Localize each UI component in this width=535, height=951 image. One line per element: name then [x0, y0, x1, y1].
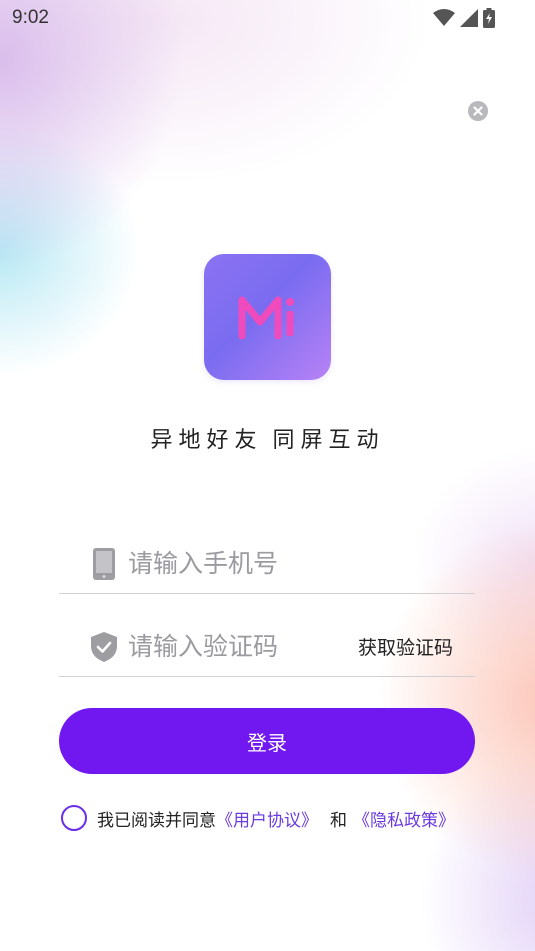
- user-agreement-link[interactable]: 《用户协议》: [216, 806, 318, 831]
- agreement-radio[interactable]: [61, 805, 87, 831]
- login-button[interactable]: 登录: [59, 708, 475, 774]
- phone-icon: [90, 547, 118, 581]
- wifi-icon: [433, 9, 455, 26]
- verification-code-input[interactable]: [128, 632, 338, 661]
- get-code-button[interactable]: 获取验证码: [358, 633, 453, 660]
- status-time: 9:02: [12, 7, 49, 28]
- verification-code-field: 获取验证码: [59, 617, 475, 677]
- close-button[interactable]: [468, 101, 488, 121]
- phone-field: [59, 534, 475, 594]
- agreement-prefix: 我已阅读并同意: [97, 810, 216, 831]
- agreement-and: 和: [330, 810, 347, 831]
- shield-icon: [90, 630, 118, 664]
- status-icons: [433, 8, 495, 28]
- slogan: 异地好友 同屏互动: [0, 422, 535, 454]
- phone-input[interactable]: [128, 549, 338, 578]
- cellular-signal-icon: [460, 9, 478, 27]
- login-button-label: 登录: [247, 730, 287, 755]
- agreement-row: 我已阅读并同意 《用户协议》 和 《隐私政策》: [61, 805, 455, 831]
- logo-mi-mark: [238, 296, 294, 340]
- close-icon: [473, 106, 483, 116]
- battery-charging-icon: [483, 8, 495, 28]
- privacy-policy-link[interactable]: 《隐私政策》: [353, 806, 455, 831]
- slogan-part-2: 同屏互动: [272, 428, 385, 453]
- slogan-part-1: 异地好友: [150, 428, 263, 453]
- app-logo: [204, 254, 331, 380]
- status-bar: 9:02: [0, 0, 535, 36]
